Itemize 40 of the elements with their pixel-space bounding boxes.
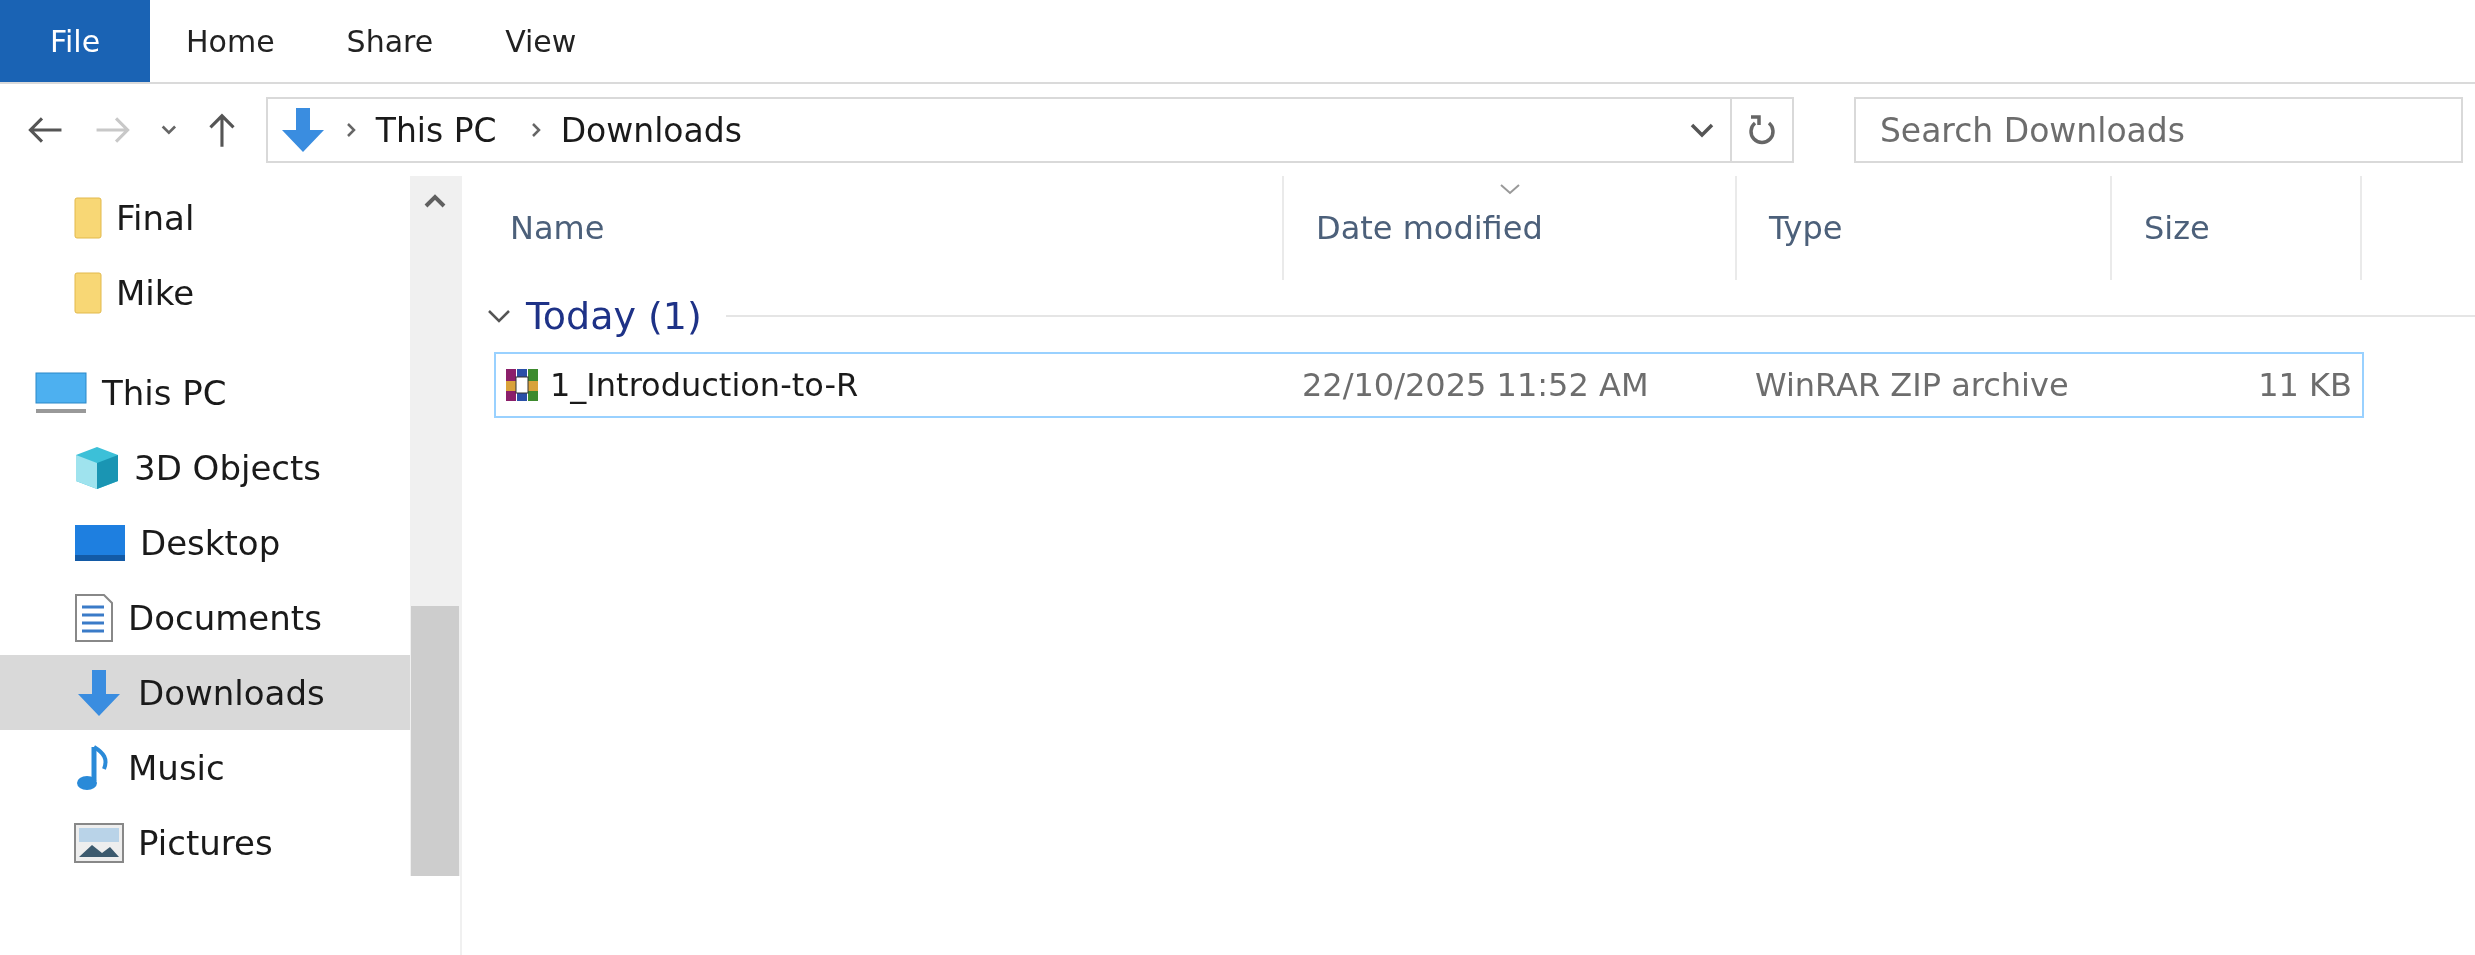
pictures-icon	[74, 822, 124, 863]
breadcrumb[interactable]: This PC	[361, 110, 511, 150]
column-header[interactable]: Name	[478, 176, 1284, 280]
ribbon-tab[interactable]: View	[469, 0, 613, 82]
sidebar-item[interactable]: Mike	[0, 255, 410, 330]
column-header[interactable]: Date modified	[1284, 176, 1737, 280]
folder-icon	[74, 271, 102, 314]
group-header[interactable]: Today (1)	[526, 294, 702, 338]
column-header[interactable]: Size	[2112, 176, 2362, 280]
sidebar-item[interactable]: Final	[0, 180, 410, 255]
file-row[interactable]: 1_Introduction-to-R 22/10/2025 11:52 AM WinRAR ZIP archive 11 KB	[494, 352, 2364, 418]
refresh-icon	[1746, 113, 1777, 147]
address-bar[interactable]: This PC Downloads	[265, 97, 1794, 163]
sidebar-item[interactable]: 3D Objects	[0, 430, 410, 505]
sidebar-item[interactable]: Music	[0, 730, 410, 805]
file-menu-tab[interactable]: File	[0, 0, 150, 82]
type-cell-text: WinRAR ZIP archive	[1755, 366, 2070, 404]
column-header[interactable]: Type	[1737, 176, 2112, 280]
scrollbar[interactable]	[410, 176, 460, 876]
ribbon-tab[interactable]: Share	[310, 0, 470, 82]
caret-icon[interactable]	[160, 123, 178, 137]
file-name: 1_Introduction-to-R	[550, 366, 859, 404]
sidebar-item[interactable]: Downloads	[0, 655, 410, 730]
sidebar-item[interactable]: Pictures	[0, 805, 410, 880]
sidebar-item[interactable]: Documents	[0, 580, 410, 655]
archive-icon	[504, 367, 540, 403]
collapse-caret-icon[interactable]	[486, 307, 512, 325]
folder-icon	[74, 196, 102, 239]
document-icon	[74, 592, 114, 643]
monitor-icon	[34, 370, 88, 415]
search-field[interactable]: Search Downloads	[1853, 97, 2463, 163]
desktop-icon	[74, 523, 126, 562]
cube-icon	[74, 444, 120, 491]
ribbon-tab[interactable]: Home	[150, 0, 311, 82]
sidebar-item[interactable]: This PC	[0, 355, 410, 430]
breadcrumb[interactable]: Downloads	[546, 110, 756, 150]
date-cell-text: 22/10/2025 11:52 AM	[1302, 366, 1650, 404]
size-cell-text: 11 KB	[2257, 366, 2353, 404]
sidebar-item[interactable]: Desktop	[0, 505, 410, 580]
download-icon	[279, 106, 326, 154]
